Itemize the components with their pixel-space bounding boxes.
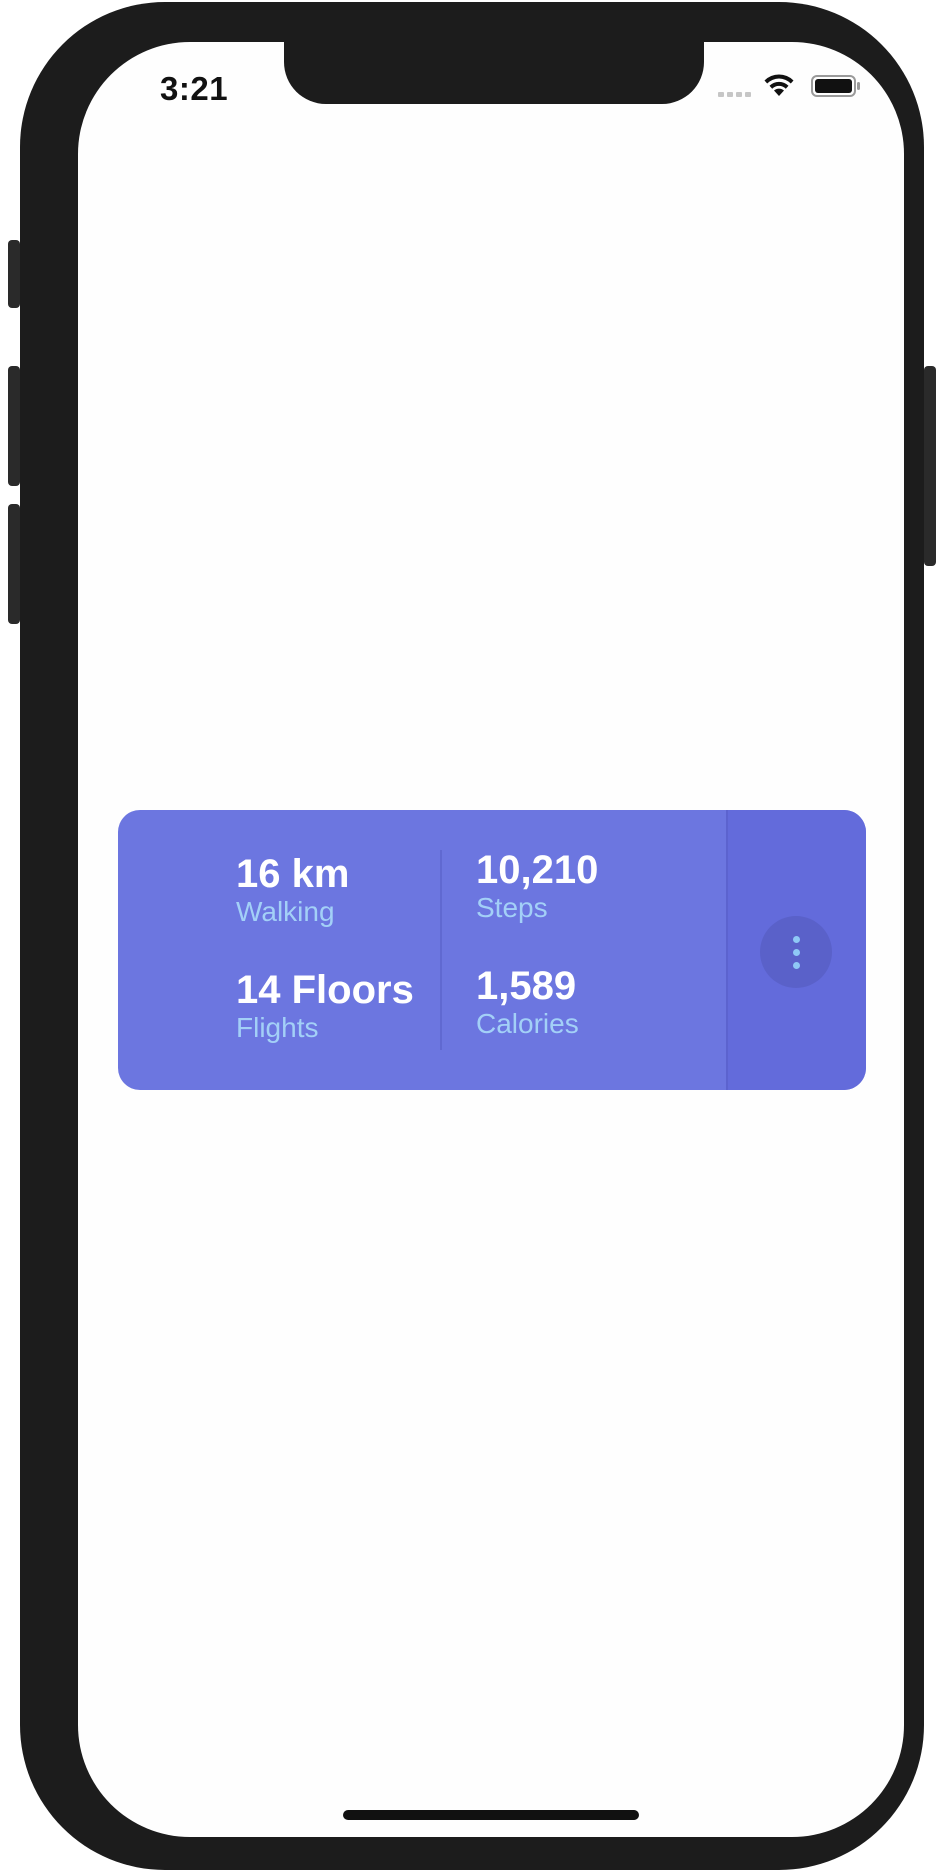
stat-calories: 1,589 Calories [476,964,579,1040]
stat-label: Walking [236,896,335,927]
vertical-ellipsis-icon [792,935,800,943]
stat-label: Flights [236,1012,319,1043]
status-time: 3:21 [160,70,229,107]
screen: 3:21 16 km Walking 10,210 Steps 14 Floor… [78,42,904,1837]
more-options-button[interactable] [760,916,832,988]
stat-value: 1,589 [476,964,577,1008]
device-frame: 3:21 16 km Walking 10,210 Steps 14 Floor… [8,2,936,1870]
power-button [924,366,936,566]
stat-label: Calories [476,1008,579,1039]
wifi-icon [764,74,794,96]
stat-flights: 14 Floors Flights [236,968,414,1044]
card-actions-panel [726,810,866,1090]
volume-up-button [8,366,20,486]
volume-down-button [8,504,20,624]
battery-icon [811,75,860,97]
home-indicator[interactable] [343,1810,639,1820]
stat-value: 16 km [236,852,350,896]
activity-stats-card: 16 km Walking 10,210 Steps 14 Floors Fli… [118,810,866,1090]
notch [284,42,704,104]
stat-steps: 10,210 Steps [476,848,598,924]
stat-walking: 16 km Walking [236,852,349,928]
stats-divider [440,850,442,1050]
stat-label: Steps [476,892,548,923]
cellular-signal-icon [718,92,751,97]
stat-value: 10,210 [476,848,599,892]
silent-switch [8,240,20,308]
stat-value: 14 Floors [236,968,414,1012]
